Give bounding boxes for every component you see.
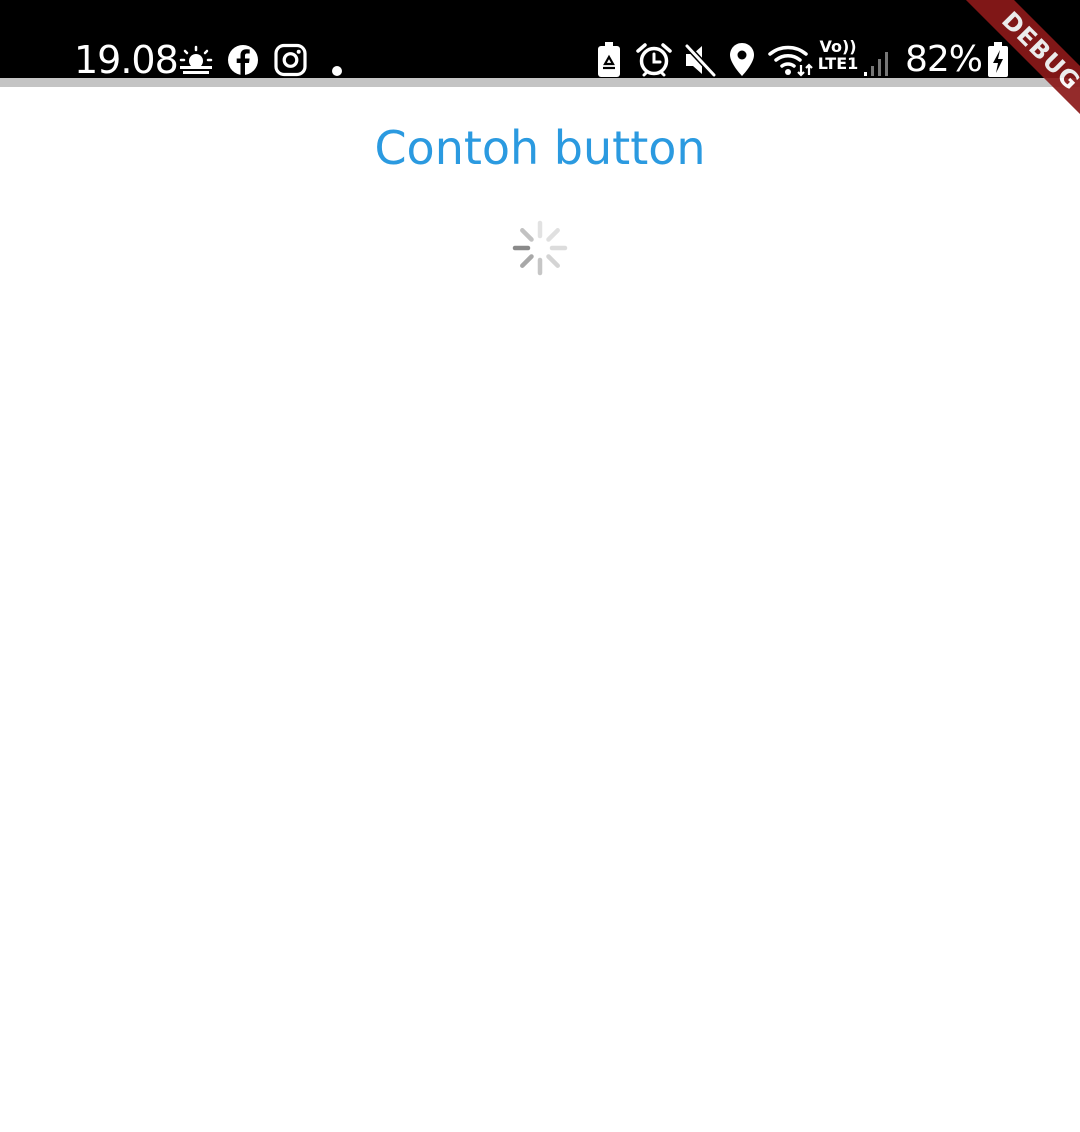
weather-sunrise-icon bbox=[179, 45, 213, 74]
charging-icon bbox=[988, 42, 1008, 77]
status-bar: 19.08 Vo)) LTE1 82% bbox=[0, 0, 1080, 82]
lte-label: LTE1 bbox=[817, 54, 859, 73]
loading-spinner-icon bbox=[512, 220, 568, 276]
signal-icon bbox=[864, 52, 888, 76]
volte-label: Vo)) bbox=[819, 37, 857, 56]
clock-time: 19.08 bbox=[74, 38, 179, 82]
facebook-icon bbox=[228, 45, 258, 75]
network-type-label: Vo)) LTE1 bbox=[815, 38, 861, 72]
battery-percent: 82% bbox=[905, 39, 983, 80]
app-bar-divider bbox=[0, 78, 1080, 87]
page-title: Contoh button bbox=[374, 121, 706, 175]
wifi-icon bbox=[768, 45, 813, 77]
battery-saver-icon bbox=[598, 42, 620, 77]
alarm-icon bbox=[636, 43, 672, 77]
mute-icon bbox=[684, 43, 716, 78]
instagram-icon bbox=[274, 43, 307, 77]
location-icon bbox=[730, 43, 754, 76]
